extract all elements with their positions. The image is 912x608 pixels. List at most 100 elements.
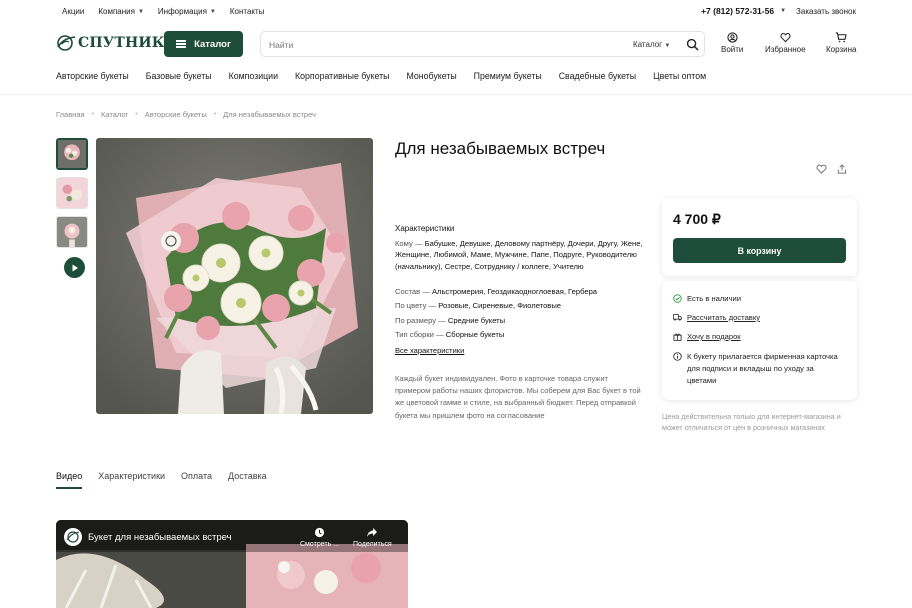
login-label: Войти	[721, 45, 744, 54]
chevron-down-icon[interactable]: ▼	[780, 8, 786, 14]
cart-icon	[836, 32, 847, 43]
search-category-label: Каталог	[633, 40, 663, 49]
favorites-label: Избранное	[765, 45, 806, 54]
thumbnail-list	[56, 138, 88, 248]
product-image[interactable]	[96, 138, 373, 414]
cart-button[interactable]: Корзина	[826, 32, 856, 54]
tab-video[interactable]: Видео	[56, 471, 83, 489]
product-description: Каждый букет индивидуален. Фото в карточ…	[395, 374, 641, 420]
tab-delivery[interactable]: Доставка	[228, 471, 267, 489]
characteristics-heading: Характеристики	[395, 224, 455, 233]
purchase-info-card: Есть в наличии Рассчитать доставку Хочу …	[662, 281, 857, 400]
char-composition-value[interactable]: Альстромерия, Геоздикаодноглоевая, Гербе…	[432, 287, 597, 296]
nav-item-corporate[interactable]: Корпоративные букеты	[295, 71, 389, 81]
top-link-company-label: Компания	[98, 7, 135, 16]
search-icon[interactable]	[686, 38, 699, 51]
heart-icon[interactable]	[816, 164, 827, 174]
top-link-promo[interactable]: Акции	[62, 7, 84, 16]
top-link-info[interactable]: Информация ▼	[158, 7, 216, 16]
nav-item-author[interactable]: Авторские букеты	[56, 71, 129, 81]
top-contacts: +7 (812) 572-31-56 ▼ Заказать звонок	[701, 6, 856, 16]
gift-icon	[673, 333, 682, 341]
video-player[interactable]: Букет для незабываемых встреч Смотреть .…	[56, 520, 408, 608]
search-category-select[interactable]: Каталог ▼	[633, 40, 670, 49]
check-circle-icon	[673, 294, 682, 303]
breadcrumb: Главная • Каталог • Авторские букеты • Д…	[56, 110, 316, 119]
nav-item-wedding[interactable]: Свадебные букеты	[559, 71, 636, 81]
share-video-label: Поделиться	[353, 541, 392, 548]
char-composition-label: Состав —	[395, 287, 430, 296]
header-divider	[0, 94, 912, 95]
breadcrumb-catalog[interactable]: Каталог	[101, 110, 128, 119]
login-button[interactable]: Войти	[721, 32, 743, 54]
catalog-button[interactable]: Каталог	[164, 31, 243, 57]
all-characteristics-link[interactable]: Все характеристики	[395, 346, 464, 355]
nav-item-wholesale[interactable]: Цветы оптом	[653, 71, 706, 81]
char-whom-value[interactable]: Бабушке, Девушке, Деловому партнёру, Доч…	[395, 239, 643, 271]
product-price: 4 700 ₽	[673, 211, 721, 227]
char-color-label: По цвету —	[395, 301, 437, 310]
phone-number[interactable]: +7 (812) 572-31-56	[701, 6, 774, 16]
char-color-value[interactable]: Розовые, Сиреневые, Фиолетовые	[438, 301, 561, 310]
in-stock-row: Есть в наличии	[673, 293, 741, 305]
nav-item-compositions[interactable]: Композиции	[229, 71, 278, 81]
char-size-value[interactable]: Средние букеты	[448, 316, 505, 325]
char-size: По размеру — Средние букеты	[395, 315, 645, 326]
product-title: Для незабываемых встреч	[395, 139, 606, 158]
breadcrumb-author[interactable]: Авторские букеты	[145, 110, 207, 119]
delivery-calc-link[interactable]: Рассчитать доставку	[687, 312, 760, 324]
chevron-down-icon: ▼	[137, 8, 144, 15]
logo-emblem-icon	[57, 35, 76, 51]
chevron-down-icon: ▼	[209, 8, 216, 15]
play-video-button[interactable]	[64, 257, 85, 278]
add-to-cart-button[interactable]: В корзину	[673, 238, 846, 263]
menu-icon	[176, 40, 187, 48]
tab-payment[interactable]: Оплата	[181, 471, 212, 489]
breadcrumb-separator: •	[91, 111, 94, 118]
heart-icon	[780, 32, 791, 43]
thumbnail-1[interactable]	[56, 138, 88, 170]
price-note: Цена действительна только для интернет-м…	[662, 412, 841, 432]
nav-item-mono[interactable]: Монобукеты	[406, 71, 456, 81]
gift-row[interactable]: Хочу в подарок	[673, 331, 741, 343]
thumbnail-3[interactable]	[56, 216, 88, 248]
share-video-button[interactable]: Поделиться	[353, 527, 392, 548]
callback-link[interactable]: Заказать звонок	[796, 7, 856, 16]
breadcrumb-separator: •	[135, 111, 138, 118]
price-card: 4 700 ₽ В корзину	[662, 198, 857, 276]
catalog-button-label: Каталог	[194, 38, 231, 50]
char-whom: Кому — Бабушке, Девушке, Деловому партнё…	[395, 238, 645, 272]
delivery-calc-row[interactable]: Рассчитать доставку	[673, 312, 760, 324]
breadcrumb-current: Для незабываемых встреч	[223, 110, 316, 119]
top-link-company[interactable]: Компания ▼	[98, 7, 144, 16]
char-whom-label: Кому —	[395, 239, 423, 248]
search-input[interactable]	[269, 38, 569, 52]
nav-item-premium[interactable]: Премиум букеты	[474, 71, 542, 81]
logo-text: СПУТНИК	[78, 35, 165, 51]
watch-later-label: Смотреть ...	[300, 541, 339, 548]
watch-later-button[interactable]: Смотреть ...	[300, 527, 339, 548]
logo[interactable]: СПУТНИК	[56, 32, 165, 54]
card-note-text: К букету прилагается фирменная карточка …	[687, 352, 838, 385]
favorites-button[interactable]: Избранное	[765, 32, 806, 54]
share-icon[interactable]	[837, 164, 847, 174]
user-icon	[727, 32, 738, 43]
char-color: По цвету — Розовые, Сиреневые, Фиолетовы…	[395, 300, 645, 311]
product-actions	[816, 164, 847, 174]
video-title[interactable]: Букет для незабываемых встреч	[88, 532, 232, 543]
nav-item-basic[interactable]: Базовые букеты	[146, 71, 212, 81]
top-links: Акции Компания ▼ Информация ▼ Контакты	[62, 7, 264, 16]
gift-wish-link[interactable]: Хочу в подарок	[687, 331, 741, 343]
top-link-contacts[interactable]: Контакты	[230, 7, 265, 16]
channel-avatar[interactable]	[64, 528, 82, 546]
category-nav: Авторские букеты Базовые букеты Композиц…	[56, 71, 706, 81]
cart-label: Корзина	[826, 45, 857, 54]
share-arrow-icon	[367, 528, 378, 537]
tab-characteristics[interactable]: Характеристики	[98, 471, 165, 489]
thumbnail-2[interactable]	[56, 177, 88, 209]
char-assembly-value[interactable]: Сборные букеты	[446, 330, 505, 339]
char-size-label: По размеру —	[395, 316, 446, 325]
in-stock-label: Есть в наличии	[687, 294, 741, 303]
breadcrumb-home[interactable]: Главная	[56, 110, 85, 119]
char-assembly-label: Тип сборки —	[395, 330, 444, 339]
